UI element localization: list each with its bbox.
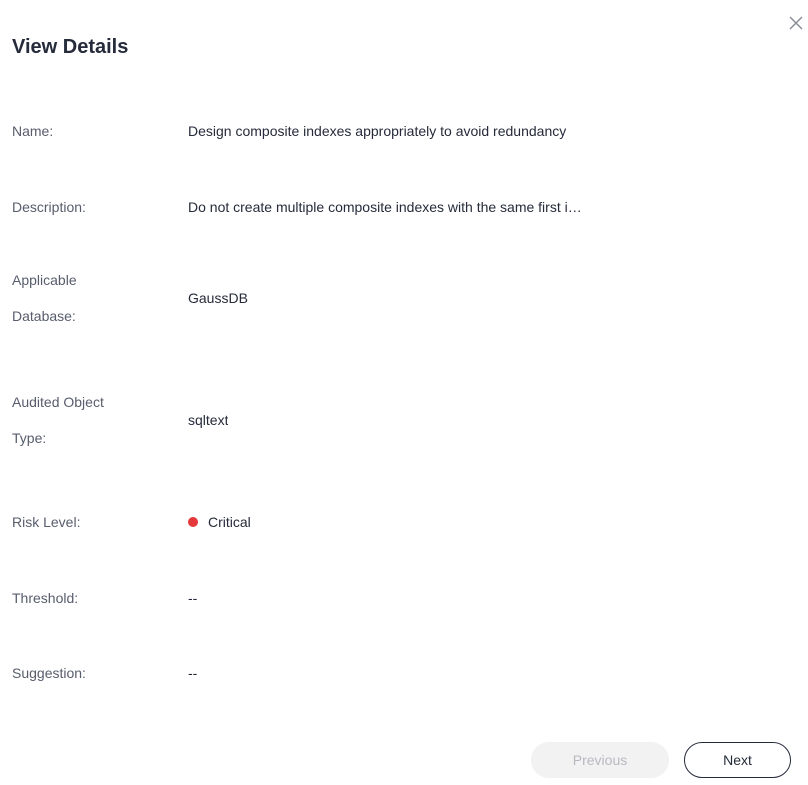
risk-status-dot-icon [188, 517, 198, 527]
description-row: Description: Do not create multiple comp… [12, 189, 792, 225]
risk-level-value: Critical [188, 514, 251, 530]
view-details-dialog: View Details Name: Design composite inde… [0, 0, 808, 785]
name-row: Name: Design composite indexes appropria… [12, 113, 792, 149]
risk-level-label: Risk Level: [12, 514, 81, 530]
suggestion-row: Suggestion: -- [12, 655, 792, 691]
description-value[interactable]: Do not create multiple composite indexes… [188, 199, 582, 215]
risk-level-row: Risk Level: Critical [12, 504, 792, 540]
applicable-database-label-line2: Database: [12, 308, 76, 324]
threshold-value: -- [188, 590, 198, 606]
name-label: Name: [12, 123, 54, 139]
risk-level-text: Critical [208, 514, 251, 530]
applicable-database-row: Applicable Database: GaussDB [12, 262, 792, 334]
applicable-database-label-line1: Applicable [12, 272, 77, 288]
applicable-database-value: GaussDB [188, 290, 248, 306]
audited-object-type-value: sqltext [188, 412, 229, 428]
dialog-title: View Details [12, 36, 129, 58]
audited-object-type-row: Audited Object Type: sqltext [12, 384, 792, 456]
audited-object-type-label-line2: Type: [12, 430, 47, 446]
threshold-row: Threshold: -- [12, 580, 792, 616]
suggestion-label: Suggestion: [12, 665, 86, 681]
description-label: Description: [12, 199, 86, 215]
applicable-database-label: Applicable Database: [12, 262, 188, 334]
previous-button[interactable]: Previous [531, 742, 669, 778]
name-value: Design composite indexes appropriately t… [188, 123, 567, 139]
audited-object-type-label: Audited Object Type: [12, 384, 188, 456]
threshold-label: Threshold: [12, 590, 79, 606]
close-icon[interactable] [787, 14, 805, 32]
next-button[interactable]: Next [684, 742, 791, 778]
audited-object-type-label-line1: Audited Object [12, 394, 104, 410]
suggestion-value: -- [188, 665, 198, 681]
